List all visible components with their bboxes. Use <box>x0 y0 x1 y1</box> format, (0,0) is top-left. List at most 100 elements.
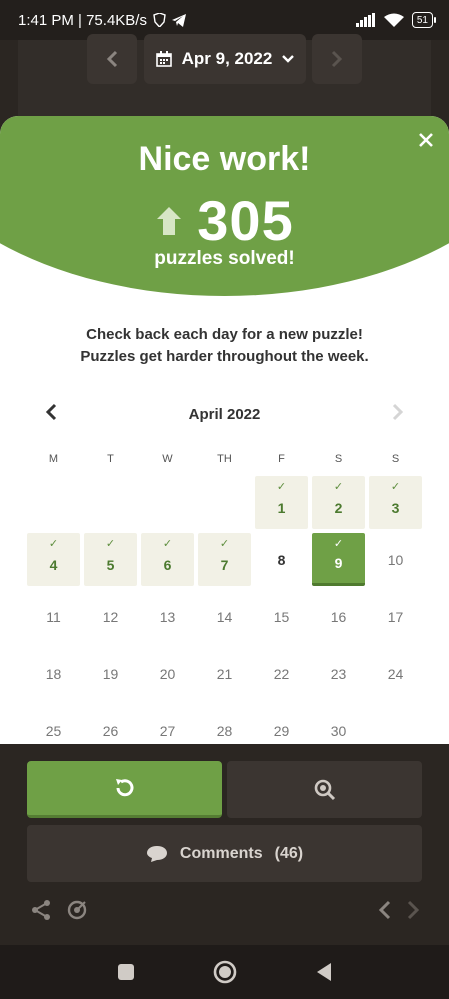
brave-icon <box>153 13 166 27</box>
calendar-day: 26 <box>82 702 139 744</box>
info-message: Check back each day for a new puzzle! Pu… <box>80 326 369 365</box>
calendar-day-number: 1 <box>277 499 286 516</box>
chevron-right-icon <box>331 50 343 68</box>
comments-count: (46) <box>274 844 304 862</box>
calendar-day-number: 15 <box>273 608 290 625</box>
weekday-label: F <box>278 453 285 465</box>
calendar-day[interactable]: ✓ 3 <box>369 476 422 529</box>
calendar-day-number: 10 <box>387 551 404 568</box>
calendar-day: 17 <box>367 588 424 645</box>
calendar-day-number: 20 <box>159 665 176 682</box>
weekday-label: M <box>48 453 59 465</box>
calendar-day-number: 24 <box>387 665 404 682</box>
calendar-day: 16 <box>310 588 367 645</box>
calendar-weekdays: M T W TH F S S <box>25 453 424 465</box>
calendar-day[interactable]: ✓ 2 <box>312 476 365 529</box>
calendar-empty-cell <box>82 474 139 531</box>
calendar-day: 12 <box>82 588 139 645</box>
solved-count: 305 <box>197 189 294 252</box>
date-selector[interactable]: Apr 9, 2022 <box>144 34 306 84</box>
calendar-day: 20 <box>139 645 196 702</box>
arrow-up-icon <box>157 206 182 235</box>
weekday-label: W <box>162 453 173 465</box>
calendar-day-number: 11 <box>46 608 61 625</box>
calendar-day-number: 29 <box>273 722 290 739</box>
back-icon[interactable] <box>315 962 333 982</box>
status-time: 1:41 PM | 75.4KB/s <box>18 11 147 29</box>
comments-button[interactable]: Comments (46) <box>27 825 422 882</box>
calendar-day-number: 9 <box>334 555 343 571</box>
wifi-icon <box>383 13 404 27</box>
share-icon[interactable] <box>30 899 52 921</box>
calendar-day: 19 <box>82 645 139 702</box>
chevron-down-icon <box>282 55 295 63</box>
magnifier-icon <box>314 779 335 800</box>
calendar-day-number: 27 <box>159 722 176 739</box>
calendar-day: 27 <box>139 702 196 744</box>
calendar-grid: ✓ 1 ✓ 2 ✓ 3 ✓ 4 ✓ 5 ✓ 6 ✓ 7 8 ✓ 9 10 11 12 13 14 15 16 17 18 19 20 2… <box>25 474 424 744</box>
next-date-button[interactable] <box>312 34 362 84</box>
calendar-day: 28 <box>196 702 253 744</box>
calendar-day: 22 <box>253 645 310 702</box>
prev-month-button[interactable] <box>36 400 66 428</box>
calendar-day-number: 21 <box>216 665 233 682</box>
calendar-day-number: 12 <box>102 608 119 625</box>
weekday-label: TH <box>217 453 232 465</box>
prev-date-button[interactable] <box>87 34 137 84</box>
battery-icon: 51 <box>411 12 437 28</box>
calendar-day-number: 19 <box>102 665 119 682</box>
calendar-day-number: 5 <box>106 556 115 573</box>
retry-button[interactable] <box>27 761 222 818</box>
modal-title: Nice work! <box>138 140 311 178</box>
calendar-day: 25 <box>25 702 82 744</box>
solved-count-row: 305 <box>0 188 449 253</box>
calendar-day-number: 2 <box>334 499 343 516</box>
calendar-day[interactable]: ✓ 5 <box>84 533 137 586</box>
home-icon[interactable] <box>213 960 237 984</box>
check-icon: ✓ <box>276 481 287 493</box>
calendar-day-number: 30 <box>330 722 347 739</box>
calendar-day-number: 4 <box>49 556 58 573</box>
chevron-left-icon[interactable] <box>378 900 392 920</box>
comment-bubble-icon <box>146 845 167 862</box>
calendar-day-number: 28 <box>216 722 233 739</box>
calendar-day[interactable]: ✓ 9 <box>312 533 365 586</box>
calendar-day[interactable]: ✓ 4 <box>27 533 80 586</box>
weekday-label: T <box>107 453 114 465</box>
calendar-day-number: 18 <box>45 665 62 682</box>
calendar-day[interactable]: ✓ 7 <box>198 533 251 586</box>
weekday-label: S <box>391 453 400 465</box>
weekday-label: S <box>334 453 343 465</box>
selected-date: Apr 9, 2022 <box>181 49 273 68</box>
next-month-button[interactable] <box>383 400 413 428</box>
chevron-right-icon[interactable] <box>406 900 420 920</box>
chevron-left-icon <box>45 403 57 421</box>
check-icon: ✓ <box>219 538 230 550</box>
check-icon: ✓ <box>333 481 344 493</box>
success-modal: Nice work! 305 puzzles solved! Check bac… <box>0 116 449 744</box>
calendar-day[interactable]: ✓ 1 <box>255 476 308 529</box>
calendar-day[interactable]: ✓ 6 <box>141 533 194 586</box>
calendar-day: 21 <box>196 645 253 702</box>
analyze-button[interactable] <box>227 761 422 818</box>
calendar-day: 13 <box>139 588 196 645</box>
check-icon: ✓ <box>390 481 401 493</box>
calendar-day: 24 <box>367 645 424 702</box>
check-icon: ✓ <box>333 538 344 550</box>
calendar-day: 10 <box>367 531 424 588</box>
calendar-day-number: 17 <box>387 608 404 625</box>
calendar-day-number: 25 <box>45 722 62 739</box>
calendar-day-number: 14 <box>216 608 233 625</box>
recents-icon[interactable] <box>117 963 135 981</box>
solved-label: puzzles solved! <box>154 248 295 269</box>
target-icon[interactable] <box>66 899 88 921</box>
calendar-day-number: 13 <box>159 608 176 625</box>
system-nav-bar <box>0 945 449 999</box>
calendar-day: 18 <box>25 645 82 702</box>
chevron-left-icon <box>106 50 118 68</box>
calendar-month: April 2022 <box>188 405 261 423</box>
calendar-day[interactable]: 8 <box>253 531 310 588</box>
calendar-day: 30 <box>310 702 367 744</box>
calendar-day-number: 26 <box>102 722 119 739</box>
calendar-day-number: 7 <box>220 556 229 573</box>
